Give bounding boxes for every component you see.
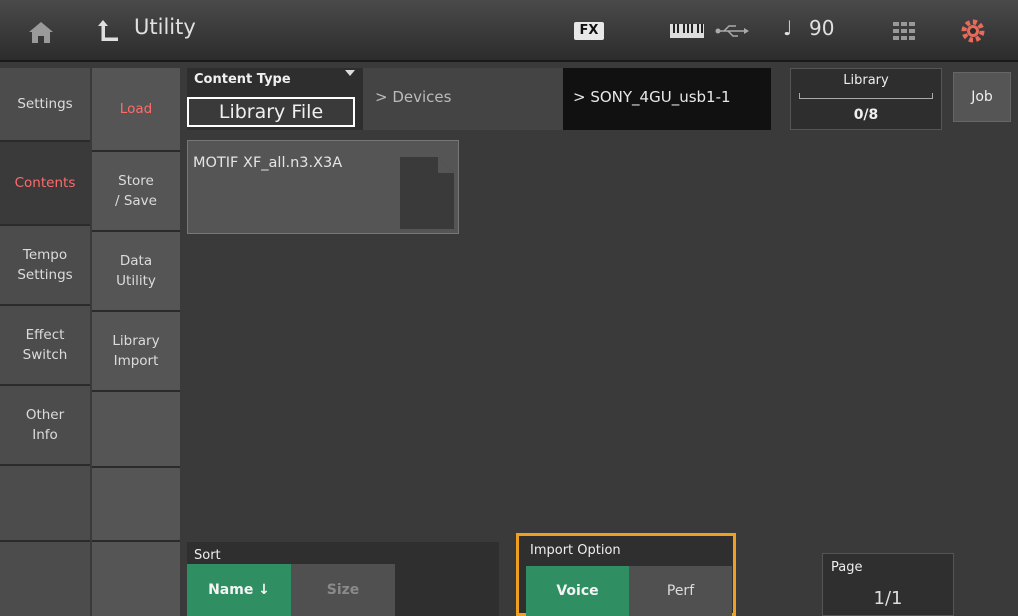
- file-item[interactable]: MOTIF XF_all.n3.X3A: [187, 140, 459, 234]
- keyboard-icon: [670, 24, 704, 38]
- breadcrumb-current-folder[interactable]: > SONY_4GU_usb1-1: [563, 68, 771, 130]
- library-usage-bar: [799, 93, 933, 99]
- subtab-column: Load Store / Save Data Utility Library I…: [92, 68, 180, 616]
- subtab-load[interactable]: Load: [92, 68, 180, 152]
- utility-screen: Utility FX ♩ 90 Settings Contents Tempo …: [0, 0, 1018, 616]
- subtab-empty-2: [92, 468, 180, 542]
- tab-contents[interactable]: Contents: [0, 142, 90, 226]
- home-icon[interactable]: [28, 20, 54, 44]
- content-type-label: Content Type: [194, 72, 291, 87]
- file-name: MOTIF XF_all.n3.X3A: [193, 155, 343, 171]
- fx-indicator[interactable]: FX: [574, 22, 604, 40]
- tempo-value[interactable]: 90: [809, 16, 834, 40]
- import-voice-button[interactable]: Voice: [526, 566, 629, 616]
- tab-empty-2: [0, 542, 90, 616]
- import-option-label: Import Option: [530, 543, 621, 558]
- sort-panel: Sort Name ↓ Size: [187, 542, 499, 616]
- subtab-empty-1: [92, 392, 180, 468]
- top-bar: Utility FX ♩ 90: [0, 0, 1018, 62]
- sort-name-button[interactable]: Name ↓: [187, 564, 291, 616]
- sort-size-button[interactable]: Size: [291, 564, 395, 616]
- content-type-dropdown-icon[interactable]: [345, 70, 355, 76]
- page-title: Utility: [134, 15, 196, 39]
- import-option-panel: Import Option Voice Perf: [516, 533, 736, 616]
- tab-other-info[interactable]: Other Info: [0, 386, 90, 466]
- tab-empty-1: [0, 466, 90, 542]
- tab-settings[interactable]: Settings: [0, 68, 90, 142]
- grid-icon[interactable]: [893, 22, 915, 40]
- library-label: Library: [843, 73, 889, 88]
- subtab-store-save[interactable]: Store / Save: [92, 152, 180, 232]
- import-perf-button[interactable]: Perf: [629, 566, 732, 616]
- subtab-library-import[interactable]: Library Import: [92, 312, 180, 392]
- subtab-data-utility[interactable]: Data Utility: [92, 232, 180, 312]
- library-indicator: Library 0/8: [790, 68, 942, 130]
- breadcrumb-devices[interactable]: > Devices: [363, 68, 563, 130]
- document-icon: [400, 157, 454, 229]
- page-label: Page: [831, 560, 863, 575]
- usb-icon: [715, 25, 749, 37]
- content-type-selector[interactable]: Library File: [187, 97, 355, 127]
- tab-effect-switch[interactable]: Effect Switch: [0, 306, 90, 386]
- page-value: 1/1: [873, 588, 903, 609]
- tab-tempo-settings[interactable]: Tempo Settings: [0, 226, 90, 306]
- job-button[interactable]: Job: [953, 72, 1011, 122]
- library-count: 0/8: [853, 107, 879, 123]
- page-indicator: Page 1/1: [822, 553, 954, 616]
- sort-label: Sort: [194, 548, 221, 563]
- subtab-empty-3: [92, 542, 180, 616]
- back-arrow-icon[interactable]: [97, 18, 119, 44]
- tempo-note-icon: ♩: [783, 16, 793, 40]
- category-column: Settings Contents Tempo Settings Effect …: [0, 68, 90, 616]
- gear-icon[interactable]: [960, 18, 986, 44]
